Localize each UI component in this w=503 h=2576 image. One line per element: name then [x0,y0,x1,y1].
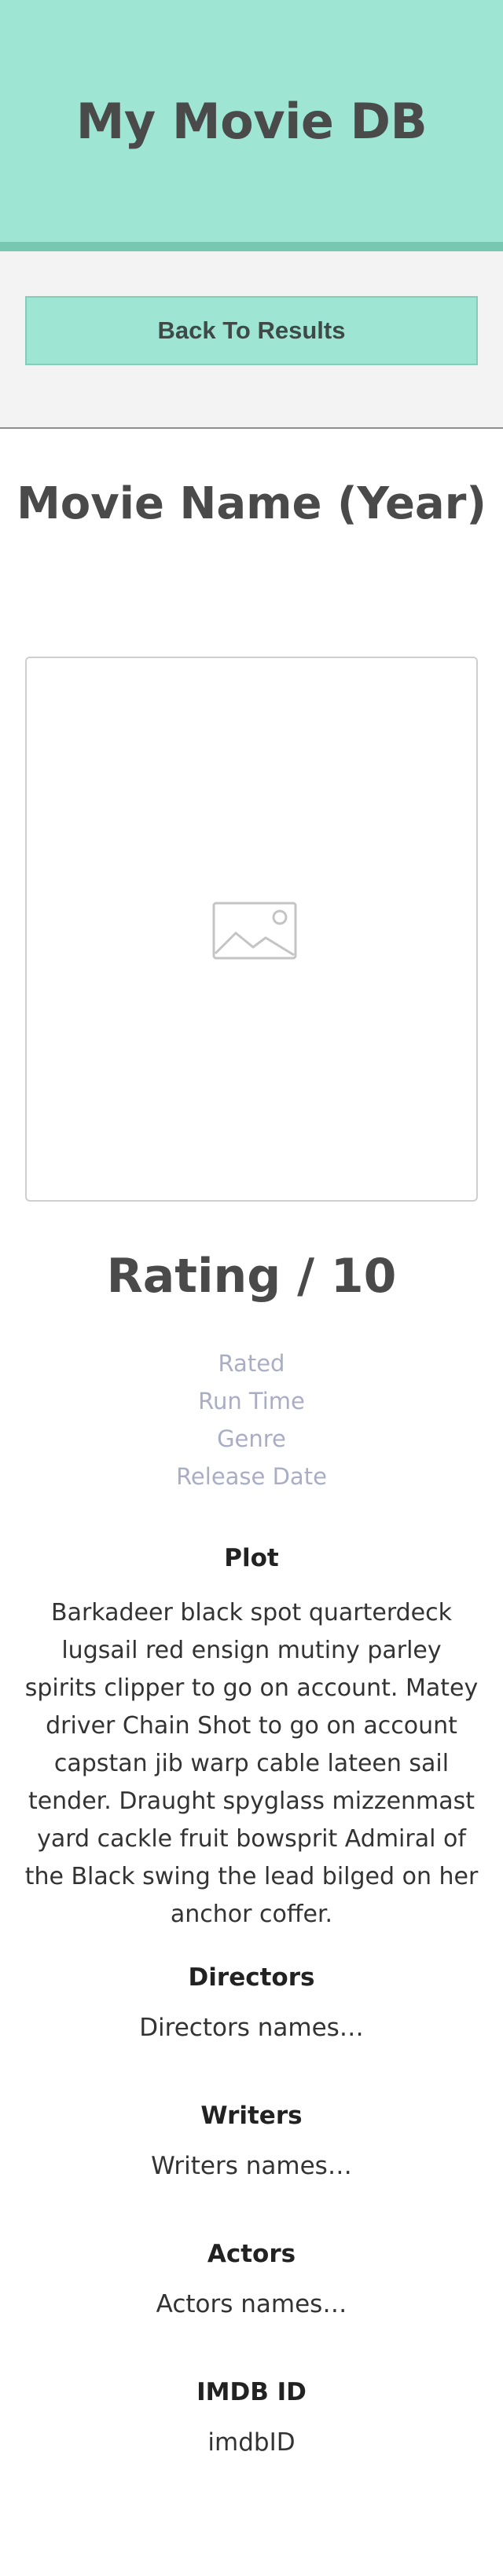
writers-text: Writers names… [151,2152,352,2180]
site-header: My Movie DB [0,0,503,251]
actors-text: Actors names… [156,2290,347,2318]
movie-rating: Rating / 10 [106,1249,397,1304]
release-date-label: Release Date [176,1463,327,1490]
movie-meta: Rated Run Time Genre Release Date [0,1345,503,1495]
plot-heading: Plot [224,1544,279,1572]
back-to-results-button[interactable]: Back To Results [25,296,478,365]
writers-heading: Writers [200,2102,303,2130]
imdb-id-heading: IMDB ID [196,2378,307,2406]
rated-label: Rated [218,1350,285,1377]
movie-poster [25,657,478,1202]
site-title: My Movie DB [75,92,428,150]
back-bar: Back To Results [0,251,503,429]
genre-label: Genre [217,1425,286,1452]
image-placeholder-icon [212,902,297,960]
imdb-id-text: imdbID [207,2428,296,2457]
plot-text: Barkadeer black spot quarterdeck lugsail… [24,1599,479,1928]
directors-text: Directors names… [139,2014,364,2042]
movie-title: Movie Name (Year) [17,478,486,529]
actors-heading: Actors [207,2240,296,2268]
directors-heading: Directors [188,1963,315,1992]
run-time-label: Run Time [198,1388,305,1414]
